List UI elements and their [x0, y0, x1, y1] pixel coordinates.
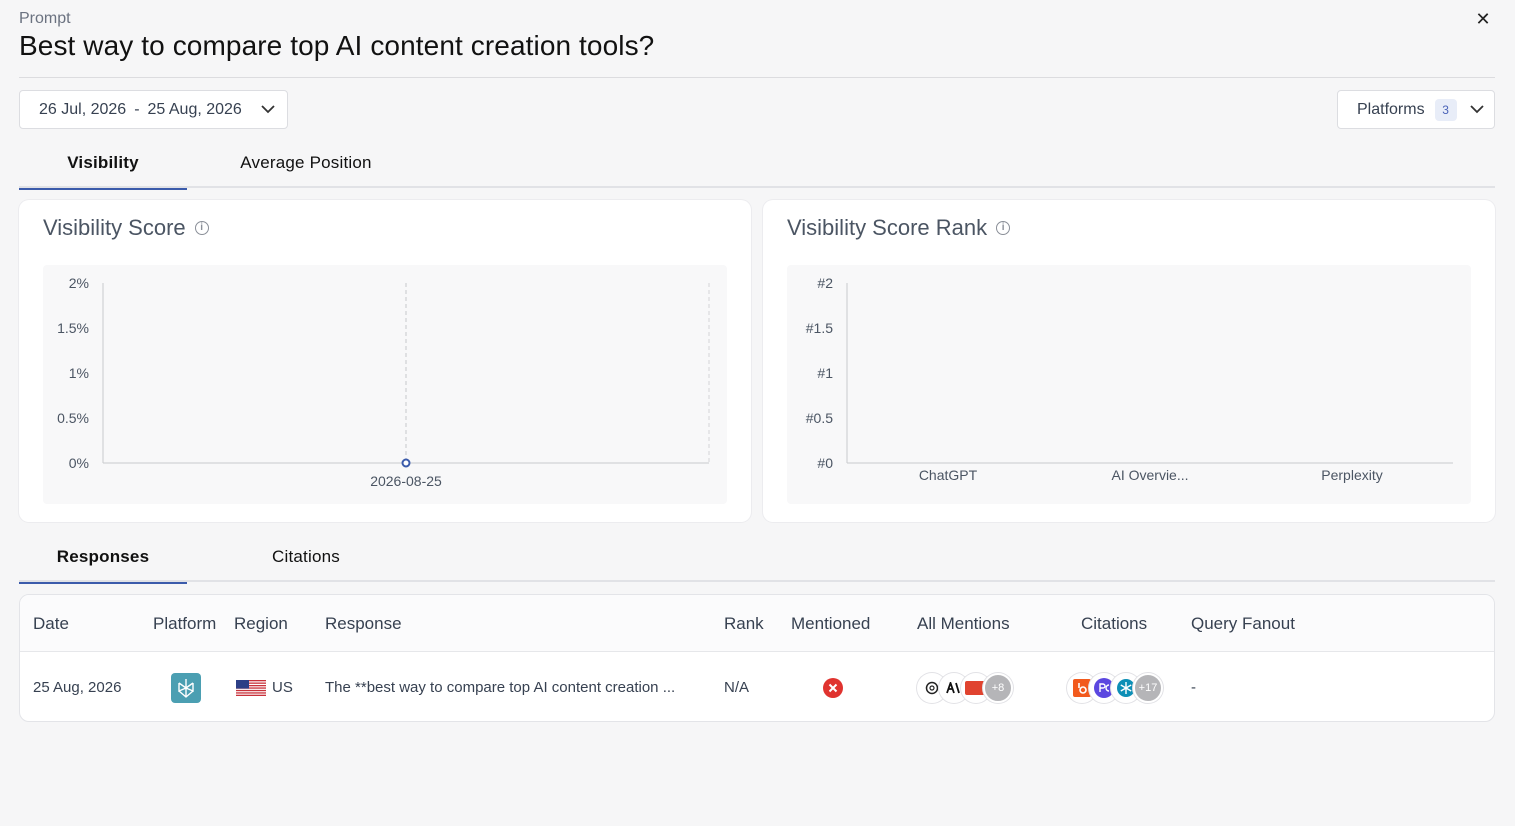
mentions-avatars[interactable]: +8	[917, 672, 1013, 703]
chevron-down-icon	[1470, 105, 1484, 114]
y-tick-label: 0.5%	[57, 410, 89, 426]
date-separator: -	[134, 100, 140, 118]
col-citations[interactable]: Citations	[1081, 595, 1147, 652]
y-tick-label: 1.5%	[57, 320, 89, 336]
card-title: Visibility Score i	[43, 215, 209, 241]
responses-table: Date Platform Region Response Rank Menti…	[19, 594, 1495, 722]
data-point	[401, 458, 411, 468]
date-end: 25 Aug, 2026	[147, 100, 242, 118]
x-circle-icon	[823, 677, 843, 698]
cell-rank: N/A	[724, 679, 750, 696]
col-platform[interactable]: Platform	[153, 595, 216, 652]
visibility-rank-svg: #2 #1.5 #1 #0.5 #0 ChatGPT AI Overvie... Perple…	[806, 275, 1453, 483]
region-code: US	[272, 679, 293, 696]
date-start: 26 Jul, 2026	[39, 100, 127, 118]
y-tick-label: 2%	[69, 275, 89, 291]
metric-tabs: Visibility Average Position	[19, 138, 1495, 190]
perplexity-icon	[171, 672, 201, 703]
tab-citations[interactable]: Citations	[187, 532, 425, 582]
visibility-rank-card: Visibility Score Rank i #2 #1.5 #1 #0.5 #0 Ch…	[763, 200, 1495, 522]
visibility-rank-chart: #2 #1.5 #1 #0.5 #0 ChatGPT AI Overvie... Perple…	[787, 265, 1471, 504]
visibility-score-svg: 2% 1.5% 1% 0.5% 0% 2026-08-25	[57, 275, 710, 489]
col-response[interactable]: Response	[325, 595, 402, 652]
x-tick-label: 2026-08-25	[370, 473, 442, 489]
tab-average-position[interactable]: Average Position	[187, 138, 425, 188]
y-tick-label: #1	[817, 365, 833, 381]
visibility-score-card: Visibility Score i 2% 1.5% 1% 0.5% 0% 2026-08…	[19, 200, 751, 522]
table-header: Date Platform Region Response Rank Menti…	[20, 595, 1494, 652]
platforms-dropdown[interactable]: Platforms 3	[1337, 90, 1495, 129]
cell-date: 25 Aug, 2026	[33, 679, 122, 696]
chevron-down-icon	[261, 105, 275, 114]
col-mentioned[interactable]: Mentioned	[791, 595, 870, 652]
x-tick-label: AI Overvie...	[1111, 467, 1188, 483]
cell-platform	[171, 652, 201, 721]
visibility-score-title: Visibility Score	[43, 215, 186, 240]
x-tick-label: ChatGPT	[919, 467, 978, 483]
info-icon[interactable]: i	[194, 221, 209, 235]
more-mentions-badge[interactable]: +8	[983, 672, 1013, 703]
y-tick-label: #0	[817, 455, 833, 471]
cell-citations[interactable]: +17	[1067, 652, 1163, 721]
visibility-score-chart: 2% 1.5% 1% 0.5% 0% 2026-08-25	[43, 265, 727, 504]
cell-region: US	[236, 652, 293, 721]
cell-mentioned	[823, 652, 843, 721]
platforms-count-badge: 3	[1434, 98, 1457, 121]
col-date[interactable]: Date	[33, 595, 69, 652]
x-tick-label: Perplexity	[1321, 467, 1382, 483]
visibility-rank-title: Visibility Score Rank	[787, 215, 988, 240]
card-title: Visibility Score Rank i	[787, 215, 1011, 241]
cell-query-fanout: -	[1191, 679, 1196, 696]
tab-visibility[interactable]: Visibility	[19, 138, 187, 190]
y-tick-label: 1%	[69, 365, 89, 381]
tab-responses[interactable]: Responses	[19, 532, 187, 584]
citations-avatars[interactable]: +17	[1067, 672, 1163, 703]
prompt-label: Prompt	[19, 10, 71, 27]
col-rank[interactable]: Rank	[724, 595, 764, 652]
us-flag-icon	[236, 679, 266, 696]
info-icon[interactable]: i	[996, 221, 1011, 235]
close-icon[interactable]: ✕	[1473, 9, 1493, 29]
header-divider	[19, 77, 1495, 78]
y-tick-label: #1.5	[806, 320, 833, 336]
y-tick-label: #0.5	[806, 410, 833, 426]
platforms-label: Platforms	[1357, 100, 1425, 118]
cell-all-mentions[interactable]: +8	[917, 652, 1013, 721]
y-tick-label: #2	[817, 275, 833, 291]
results-tabs: Responses Citations	[19, 532, 1495, 584]
more-citations-badge[interactable]: +17	[1133, 672, 1163, 703]
prompt-header: Prompt Best way to compare top AI conten…	[19, 10, 1495, 62]
cell-response[interactable]: The **best way to compare top AI content…	[325, 652, 675, 721]
col-query-fanout[interactable]: Query Fanout	[1191, 595, 1295, 652]
date-range-picker[interactable]: 26 Jul, 2026 - 25 Aug, 2026	[19, 90, 288, 129]
page-title: Best way to compare top AI content creat…	[19, 30, 655, 61]
col-region[interactable]: Region	[234, 595, 288, 652]
col-all-mentions[interactable]: All Mentions	[917, 595, 1010, 652]
y-tick-label: 0%	[69, 455, 89, 471]
